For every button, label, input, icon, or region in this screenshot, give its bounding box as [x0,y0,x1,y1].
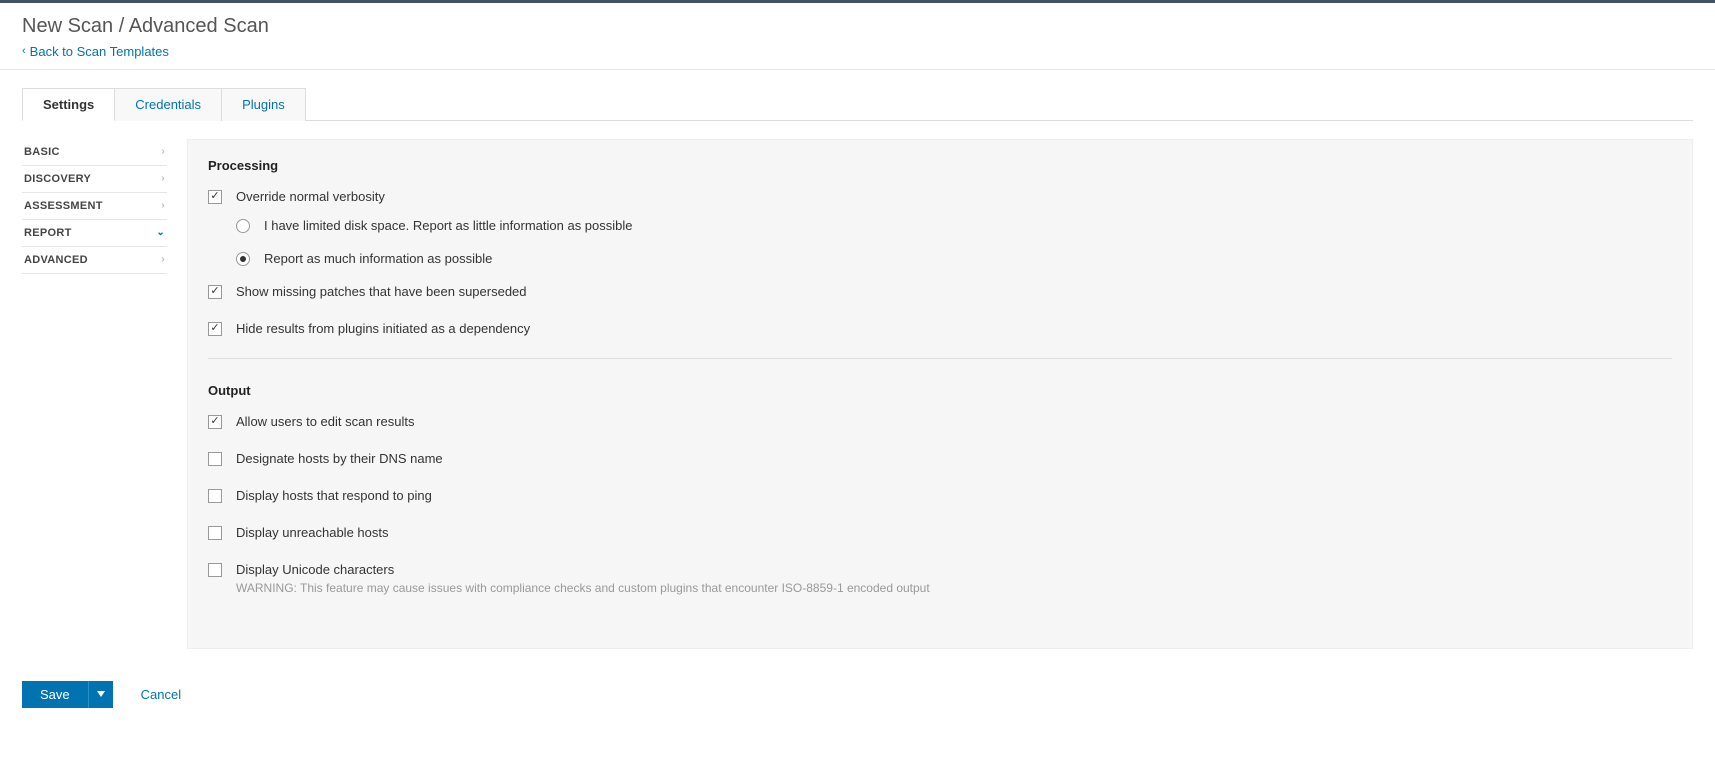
sidebar-item-label: DISCOVERY [24,173,91,185]
label-limited-disk: I have limited disk space. Report as lit… [264,218,633,233]
label-edit-results: Allow users to edit scan results [236,414,414,429]
label-dependency: Hide results from plugins initiated as a… [236,321,530,336]
label-much-info: Report as much information as possible [264,251,492,266]
checkbox-override-verbosity[interactable] [208,190,222,204]
sidebar-item-label: REPORT [24,227,72,239]
back-link[interactable]: ‹ Back to Scan Templates [22,44,169,59]
radio-much-info[interactable] [236,252,250,266]
back-link-label: Back to Scan Templates [30,44,169,59]
chevron-right-icon: › [161,200,165,211]
warning-unicode: WARNING: This feature may cause issues w… [236,581,930,595]
save-dropdown-button[interactable] [88,681,113,708]
section-title-output: Output [208,383,1672,398]
chevron-down-icon: ⌄ [156,227,165,238]
sidebar-item-discovery[interactable]: DISCOVERY › [22,166,167,193]
sidebar-item-label: ASSESSMENT [24,200,103,212]
checkbox-edit-results[interactable] [208,415,222,429]
checkbox-unreachable[interactable] [208,526,222,540]
sidebar-item-label: ADVANCED [24,254,88,266]
caret-down-icon [97,691,105,697]
radio-limited-disk[interactable] [236,219,250,233]
checkbox-dns-name[interactable] [208,452,222,466]
cancel-link[interactable]: Cancel [141,687,181,702]
settings-sidebar: BASIC › DISCOVERY › ASSESSMENT › REPORT … [22,139,167,649]
tab-credentials[interactable]: Credentials [115,88,222,121]
tab-plugins[interactable]: Plugins [222,88,306,121]
checkbox-superseded[interactable] [208,285,222,299]
label-superseded: Show missing patches that have been supe… [236,284,527,299]
sidebar-item-assessment[interactable]: ASSESSMENT › [22,193,167,220]
settings-panel: Processing Override normal verbosity I h… [187,139,1693,649]
section-title-processing: Processing [208,158,1672,173]
checkbox-unicode[interactable] [208,563,222,577]
chevron-right-icon: › [161,173,165,184]
checkbox-dependency[interactable] [208,322,222,336]
page-title: New Scan / Advanced Scan [22,15,1693,38]
tab-settings[interactable]: Settings [22,88,115,121]
checkbox-ping[interactable] [208,489,222,503]
sidebar-item-basic[interactable]: BASIC › [22,139,167,166]
label-dns-name: Designate hosts by their DNS name [236,451,443,466]
label-override-verbosity: Override normal verbosity [236,189,385,204]
label-unicode: Display Unicode characters [236,562,930,577]
label-unreachable: Display unreachable hosts [236,525,388,540]
sidebar-item-label: BASIC [24,146,60,158]
sidebar-item-advanced[interactable]: ADVANCED › [22,247,167,274]
save-button[interactable]: Save [22,681,88,708]
tabs: Settings Credentials Plugins [22,88,1693,120]
divider [208,358,1672,359]
chevron-left-icon: ‹ [22,45,26,57]
chevron-right-icon: › [161,146,165,157]
label-ping: Display hosts that respond to ping [236,488,432,503]
chevron-right-icon: › [161,254,165,265]
sidebar-item-report[interactable]: REPORT ⌄ [22,220,167,247]
